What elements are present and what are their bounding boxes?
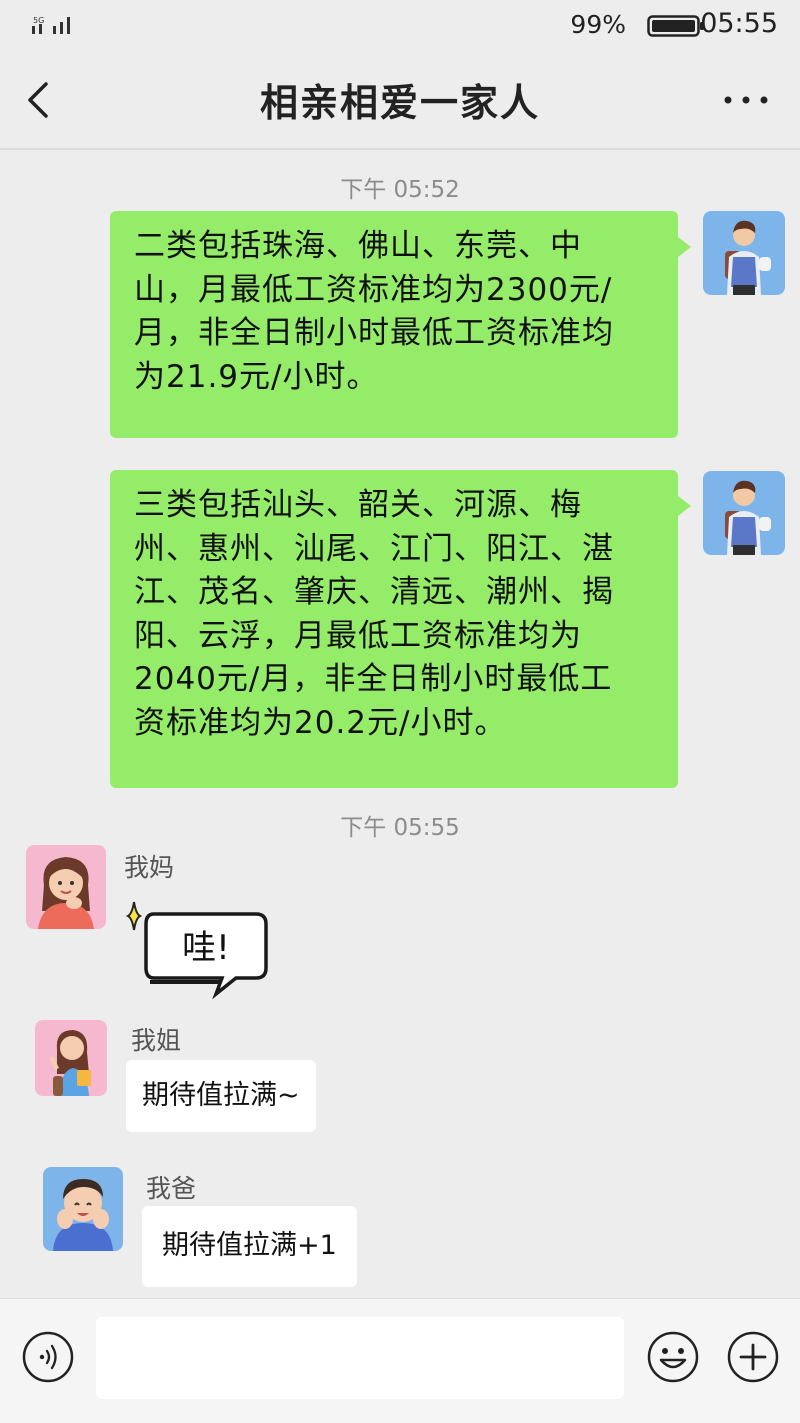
girl-waving-avatar[interactable] xyxy=(35,1020,107,1096)
emoji-button[interactable] xyxy=(646,1330,700,1384)
sender-name: 我姐 xyxy=(131,1026,182,1055)
status-bar: 5G 99% 05:55 xyxy=(0,0,800,50)
chat-title: 相亲相爱一家人 xyxy=(259,81,540,125)
message-line: 月，非全日制小时最低工资标准均 xyxy=(134,315,614,351)
boy-backpack-avatar[interactable] xyxy=(703,471,785,555)
back-button[interactable] xyxy=(22,78,62,122)
message-line: 为21.9元/小时。 xyxy=(134,358,379,395)
boy-backpack-avatar[interactable] xyxy=(703,211,785,295)
more-options-button[interactable] xyxy=(718,80,774,120)
woman-pink-avatar[interactable] xyxy=(26,845,106,929)
message-line: 二类包括珠海、佛山、东莞、中 xyxy=(134,228,582,264)
sticker-text: 哇! xyxy=(182,928,230,968)
sent-message-bubble[interactable]: 二类包括珠海、佛山、东莞、中 山，月最低工资标准均为2300元/ 月，非全日制小… xyxy=(110,211,691,438)
wow-sticker[interactable]: 哇! xyxy=(120,890,270,1000)
sender-name: 我爸 xyxy=(146,1174,197,1203)
signal-icon: 5G xyxy=(30,14,74,38)
message-line: 三类包括汕头、韶关、河源、梅 xyxy=(134,487,582,523)
emoji-icon xyxy=(647,1331,699,1383)
message-line: 资标准均为20.2元/小时。 xyxy=(134,704,507,741)
message-line: 山，月最低工资标准均为2300元/ xyxy=(134,271,613,308)
sent-message-bubble[interactable]: 三类包括汕头、韶关、河源、梅 州、惠州、汕尾、江门、阳江、湛 江、茂名、肇庆、清… xyxy=(110,470,691,788)
input-bar xyxy=(0,1298,800,1423)
title-bar: 相亲相爱一家人 xyxy=(0,50,800,150)
voice-icon xyxy=(22,1331,74,1383)
status-time: 05:55 xyxy=(700,8,778,39)
received-message-bubble[interactable]: 期待值拉满~ xyxy=(126,1060,316,1132)
more-dots-icon xyxy=(724,96,768,104)
man-blue-avatar[interactable] xyxy=(43,1167,123,1251)
received-message-bubble[interactable]: 期待值拉满+1 xyxy=(142,1206,357,1287)
message-input[interactable] xyxy=(96,1317,624,1399)
message-line: 州、惠州、汕尾、江门、阳江、湛 xyxy=(134,530,614,567)
plus-button[interactable] xyxy=(726,1330,780,1384)
message-line: 江、茂名、肇庆、清远、潮州、揭 xyxy=(134,574,614,610)
battery-icon xyxy=(647,14,705,38)
plus-icon xyxy=(727,1331,779,1383)
timestamp: 下午 05:55 xyxy=(340,815,460,841)
network-type: 5G xyxy=(33,16,44,25)
message-line: 2040元/月，非全日制小时最低工 xyxy=(134,661,613,697)
chevron-left-icon xyxy=(28,82,48,118)
timestamp: 下午 05:52 xyxy=(340,177,460,203)
battery-percent: 99% xyxy=(570,10,626,39)
message-line: 阳、云浮，月最低工资标准均为 xyxy=(134,617,582,654)
sender-name: 我妈 xyxy=(124,853,175,882)
voice-button[interactable] xyxy=(22,1331,74,1383)
